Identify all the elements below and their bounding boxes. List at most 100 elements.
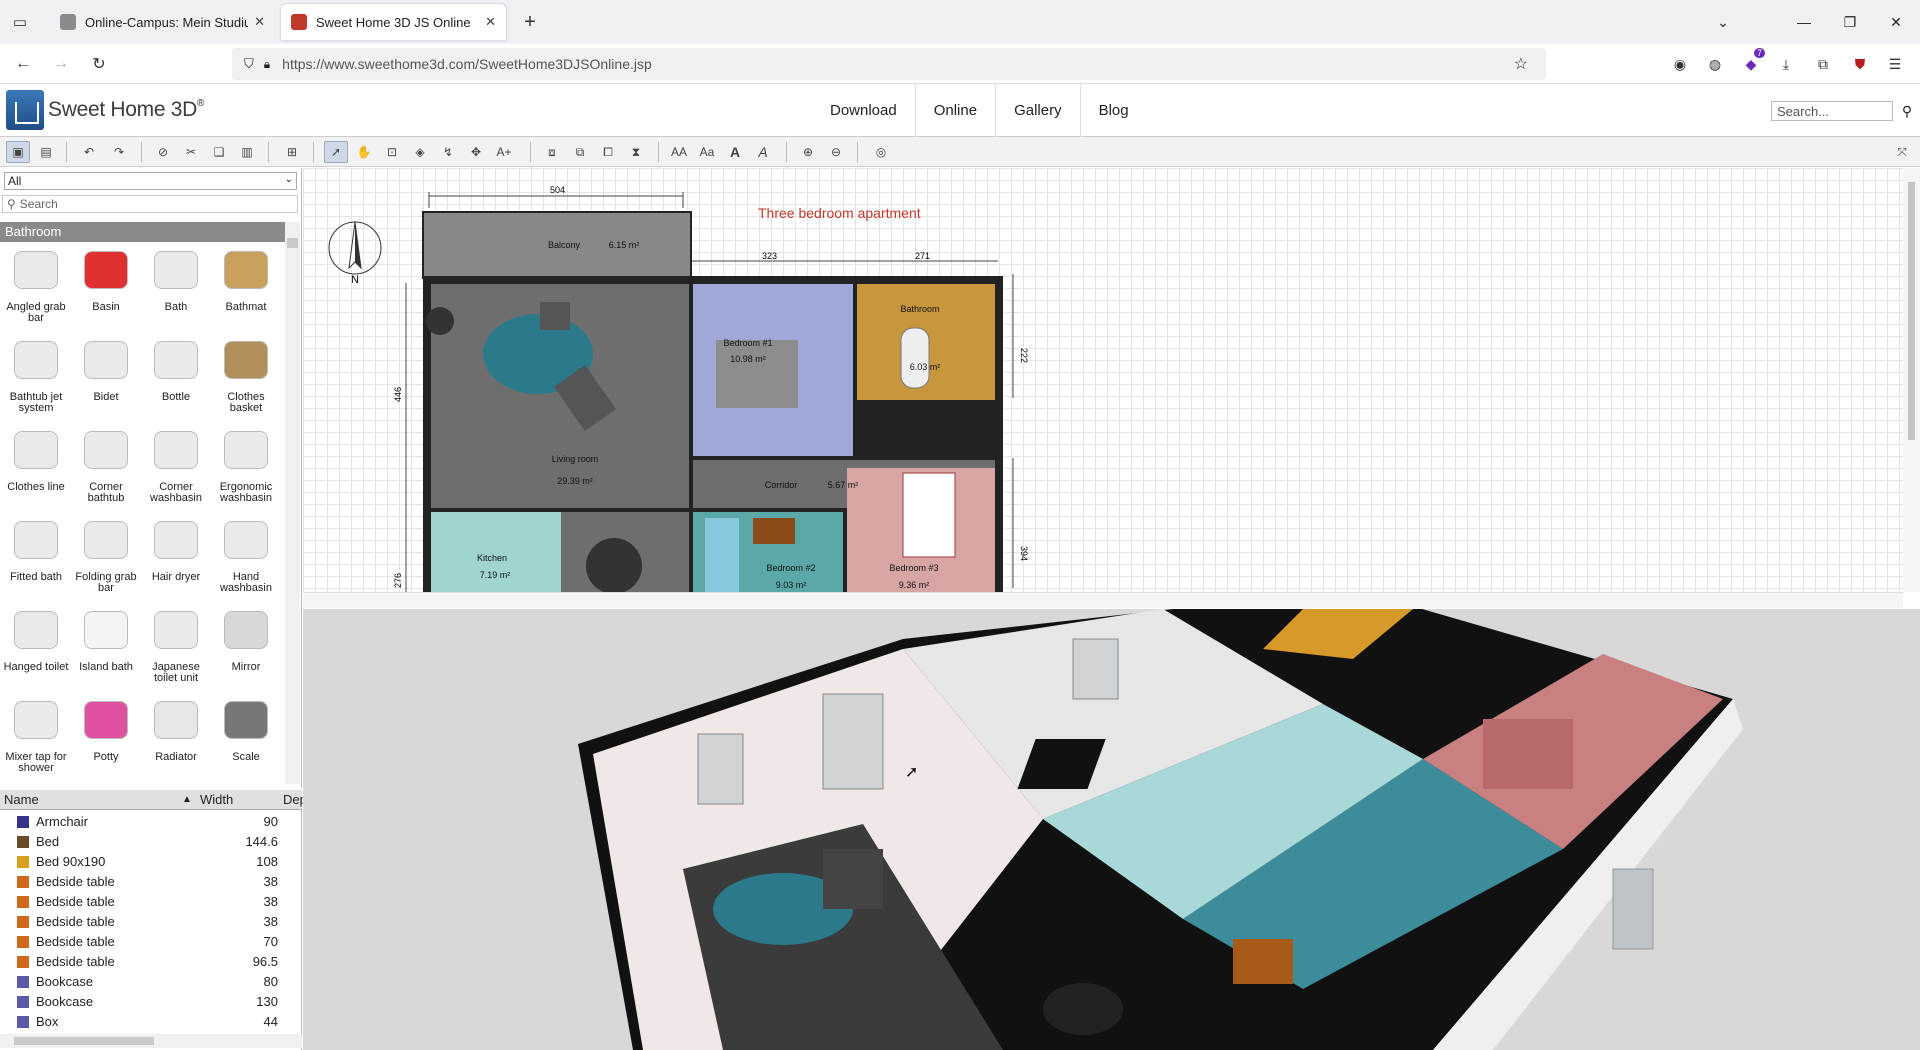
flip-icon[interactable]: ⧗ (624, 141, 648, 163)
create-rooms-icon[interactable]: ◈ (408, 141, 432, 163)
dimension-label[interactable]: 446 (393, 387, 403, 402)
catalog-item[interactable]: Bathmat (211, 244, 281, 313)
3d-window[interactable] (1072, 638, 1119, 700)
room-name[interactable]: Bedroom #1 (723, 338, 772, 348)
catalog-item[interactable]: Fitted bath (1, 514, 71, 583)
room-area[interactable]: 5.67 m² (828, 480, 859, 490)
nav-download[interactable]: Download (812, 84, 915, 137)
table-row[interactable]: Bedside table 38 (0, 872, 302, 892)
dimension-label[interactable]: 504 (550, 185, 565, 195)
furniture-list-hscrollbar[interactable] (0, 1034, 302, 1048)
tab-overflow-icon[interactable]: ⌄ (1700, 0, 1746, 44)
create-dimensions-icon[interactable]: ✥ (464, 141, 488, 163)
3d-window[interactable] (822, 693, 884, 790)
catalog-item[interactable]: Radiator (141, 694, 211, 763)
bold-text-icon[interactable]: A (723, 141, 747, 163)
table-row[interactable]: Bookcase 130 (0, 992, 302, 1012)
floor-plan-view[interactable]: N Three bedroom apartment 504 323 271 22… (303, 168, 1920, 592)
room-name[interactable]: Kitchen (477, 553, 507, 563)
catalog-item[interactable]: Mirror (211, 604, 281, 673)
3d-dresser[interactable] (1233, 939, 1293, 984)
catalog-item[interactable]: Clothes line (1, 424, 71, 493)
dimension-label[interactable]: 271 (915, 251, 930, 261)
nav-blog[interactable]: Blog (1079, 84, 1147, 137)
tab-sweet-home[interactable]: Sweet Home 3D JS Online ✕ (281, 4, 506, 40)
table-row[interactable]: Bed 144.6 (0, 832, 302, 852)
site-logo[interactable]: Sweet Home 3D ® (6, 90, 204, 130)
increase-text-size-icon[interactable]: AA (667, 141, 691, 163)
plan-vertical-scrollbar[interactable] (1903, 168, 1920, 592)
catalog-item[interactable]: Potty (71, 694, 141, 763)
ublock-icon[interactable]: ⛊ (1846, 50, 1874, 78)
catalog-item[interactable]: Japanese toilet unit (141, 604, 211, 684)
catalog-scrollbar[interactable] (285, 222, 300, 784)
room-area[interactable]: 6.15 m² (609, 240, 640, 250)
bedroom2-dresser[interactable] (753, 518, 795, 544)
catalog-item[interactable]: Bath (141, 244, 211, 313)
catalog-item[interactable]: Hanged toilet (1, 604, 71, 673)
plan-title[interactable]: Three bedroom apartment (758, 205, 921, 221)
tab-list-icon[interactable]: ▭ (0, 0, 40, 44)
catalog-item[interactable]: Hand washbasin (211, 514, 281, 594)
room-area[interactable]: 10.98 m² (730, 354, 766, 364)
catalog-search-input[interactable]: ⚲ Search (2, 195, 298, 213)
delete-icon[interactable]: ⊘ (151, 141, 175, 163)
extension-badge-icon[interactable]: ◆ 7 (1737, 48, 1765, 78)
dimension-label[interactable]: 394 (1019, 546, 1029, 561)
add-text-icon[interactable]: A+ (492, 141, 516, 163)
catalog-item[interactable]: Corner bathtub (71, 424, 141, 504)
ungroup-icon[interactable]: ⧠ (596, 141, 620, 163)
catalog-item[interactable]: Island bath (71, 604, 141, 673)
3d-window[interactable] (1612, 868, 1654, 950)
column-header-width[interactable]: Width (200, 792, 233, 807)
dimension-label[interactable]: 323 (762, 251, 777, 261)
table-row[interactable]: Bedside table 96.5 (0, 952, 302, 972)
catalog-item[interactable]: Angled grab bar (1, 244, 71, 324)
plan-view-mode-icon[interactable]: ▣ (6, 141, 30, 163)
zoom-in-icon[interactable]: ⊕ (796, 141, 820, 163)
living-piano-stool[interactable] (426, 307, 454, 335)
dining-table[interactable] (586, 538, 642, 592)
plan-horizontal-scrollbar[interactable] (303, 592, 1903, 608)
extensions-puzzle-icon[interactable]: ⧉ (1809, 50, 1837, 78)
window-close-icon[interactable]: ✕ (1873, 0, 1919, 44)
catalog-item[interactable]: Basin (71, 244, 141, 313)
3d-dining-table[interactable] (1043, 983, 1123, 1035)
column-header-name[interactable]: Name (4, 792, 39, 807)
site-search-input[interactable]: Search... (1771, 101, 1893, 121)
undo-icon[interactable]: ↶ (77, 141, 101, 163)
catalog-item[interactable]: Folding grab bar (71, 514, 141, 594)
table-row[interactable]: Bedside table 38 (0, 912, 302, 932)
create-walls-icon[interactable]: ⊡ (380, 141, 404, 163)
address-bar[interactable]: ⛉ 🔒︎ https://www.sweethome3d.com/SweetHo… (232, 48, 1546, 80)
restore-icon[interactable]: ❐ (1827, 0, 1873, 44)
3d-armchair[interactable] (823, 849, 883, 909)
room-name[interactable]: Bedroom #3 (889, 563, 938, 573)
bathroom-bath[interactable] (900, 327, 930, 389)
import-furniture-icon[interactable]: ⧈ (540, 141, 564, 163)
table-row[interactable]: Armchair 90 (0, 812, 302, 832)
close-tab-icon[interactable]: ✕ (254, 14, 265, 30)
catalog-item[interactable]: Clothes basket (211, 334, 281, 414)
room-area[interactable]: 9.03 m² (776, 580, 807, 590)
cut-icon[interactable]: ✂ (179, 141, 203, 163)
catalog-filter-select[interactable]: All ⌄ (4, 172, 297, 190)
scrollbar-thumb[interactable] (1908, 182, 1915, 440)
reload-icon[interactable]: ↻ (84, 49, 114, 79)
fullscreen-toggle-icon[interactable]: ⤧ (1890, 141, 1914, 163)
room-name[interactable]: Corridor (765, 480, 798, 490)
catalog-category-header[interactable]: Bathroom (0, 222, 285, 242)
copy-icon[interactable]: ❏ (207, 141, 231, 163)
catalog-item[interactable]: Corner washbasin (141, 424, 211, 504)
minimize-icon[interactable]: — (1781, 0, 1827, 44)
room-area[interactable]: 6.03 m² (910, 362, 941, 372)
select-mode-icon[interactable]: ➚ (324, 141, 348, 163)
nav-gallery[interactable]: Gallery (995, 84, 1080, 137)
zoom-out-icon[interactable]: ⊖ (824, 141, 848, 163)
living-armchair[interactable] (540, 302, 570, 330)
table-row[interactable]: Box 44 (0, 1012, 302, 1032)
decrease-text-size-icon[interactable]: Aa (695, 141, 719, 163)
account-icon[interactable]: ◉ (1666, 50, 1694, 78)
forward-icon[interactable]: → (46, 49, 76, 79)
room-name[interactable]: Balcony (548, 240, 581, 250)
